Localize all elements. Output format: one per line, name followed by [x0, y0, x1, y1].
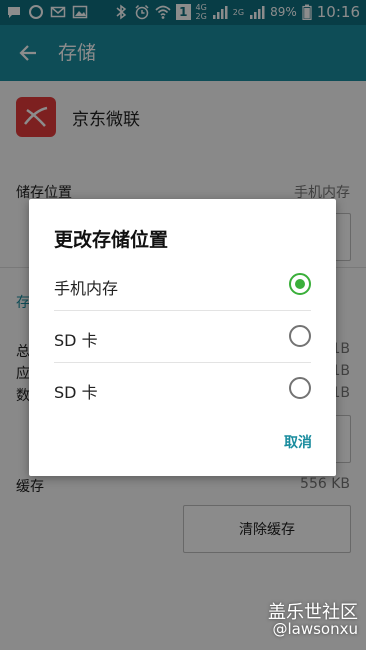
option-label: SD 卡 [54, 331, 98, 350]
option-label: 手机内存 [54, 279, 119, 298]
option-phone-storage[interactable]: 手机内存 [54, 259, 311, 311]
option-sd-card-2[interactable]: SD 卡 [54, 363, 311, 415]
change-storage-location-dialog: 更改存储位置 手机内存 SD 卡 SD 卡 取消 [29, 199, 336, 476]
radio-selected-icon[interactable] [289, 273, 311, 295]
dialog-title: 更改存储位置 [54, 229, 169, 251]
option-sd-card-1[interactable]: SD 卡 [54, 311, 311, 363]
cancel-button[interactable]: 取消 [284, 432, 312, 452]
option-label: SD 卡 [54, 383, 98, 402]
radio-unselected-icon[interactable] [289, 325, 311, 347]
radio-unselected-icon[interactable] [289, 377, 311, 399]
watermark-handle: @lawsonxu [272, 620, 358, 638]
